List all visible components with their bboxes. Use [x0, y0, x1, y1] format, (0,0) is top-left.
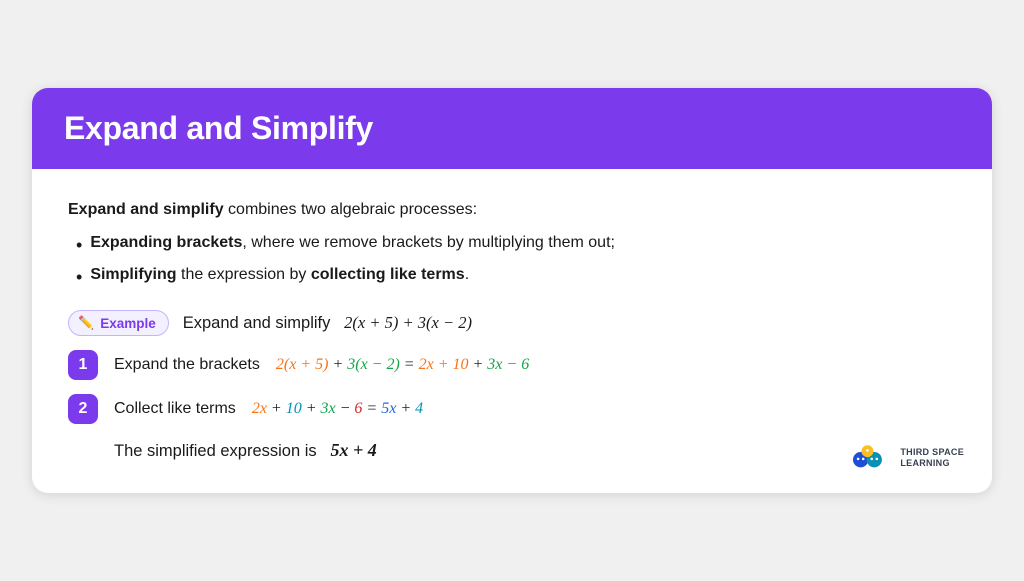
step-1-lhs-part1: 2(x + 5): [276, 356, 329, 373]
step-1-math: 2(x + 5) + 3(x − 2) = 2x + 10 + 3x − 6: [276, 356, 529, 374]
tsl-text: THIRD SPACE LEARNING: [900, 447, 964, 470]
step-2-op3: −: [340, 400, 355, 417]
step-1-rhs-part2: 3x − 6: [487, 356, 529, 373]
step-2-label: Collect like terms: [114, 400, 236, 418]
bullet-item-2: Simplifying the expression by collecting…: [76, 261, 956, 293]
card: Expand and Simplify Expand and simplify …: [32, 88, 992, 494]
bullet-2-text: Simplifying the expression by collecting…: [90, 261, 469, 288]
step-2-result1: 5x: [381, 400, 396, 417]
example-badge-label: Example: [100, 316, 156, 331]
step-2-term3: 3x: [321, 400, 336, 417]
tsl-line1: THIRD SPACE: [900, 447, 964, 459]
bullet-1-bold: Expanding brackets: [90, 234, 242, 251]
intro-bold: Expand and simplify: [68, 201, 224, 218]
intro-rest: combines two algebraic processes:: [224, 201, 477, 218]
example-row: ✏️ Example Expand and simplify 2(x + 5) …: [68, 310, 956, 336]
step-1-row: 1 Expand the brackets 2(x + 5) + 3(x − 2…: [68, 350, 956, 380]
step-2-result2: 4: [415, 400, 423, 417]
intro-paragraph: Expand and simplify combines two algebra…: [68, 197, 956, 223]
final-line: The simplified expression is 5x + 4: [68, 440, 956, 461]
example-badge: ✏️ Example: [68, 310, 169, 336]
step-1-equals: =: [404, 356, 419, 373]
bullet-1-text: Expanding brackets, where we remove brac…: [90, 229, 615, 256]
header-banner: Expand and Simplify: [32, 88, 992, 169]
step-1-badge: 1: [68, 350, 98, 380]
step-2-number: 2: [79, 400, 88, 418]
page-title: Expand and Simplify: [64, 110, 960, 147]
content-area: Expand and simplify combines two algebra…: [32, 169, 992, 494]
bullet-list: Expanding brackets, where we remove brac…: [76, 229, 956, 292]
final-text: The simplified expression is: [114, 442, 317, 460]
step-1-label: Expand the brackets: [114, 356, 260, 374]
step-1-plus: +: [332, 356, 347, 373]
step-1-rhs-part1: 2x + 10: [419, 356, 469, 373]
tsl-line2: LEARNING: [900, 458, 964, 470]
step-1-lhs-part2: 3(x − 2): [347, 356, 400, 373]
step-2-term1: 2x: [252, 400, 267, 417]
step-2-op1: +: [271, 400, 286, 417]
step-2-row: 2 Collect like terms 2x + 10 + 3x − 6 = …: [68, 394, 956, 424]
pencil-icon: ✏️: [78, 315, 94, 331]
bullet-item-1: Expanding brackets, where we remove brac…: [76, 229, 956, 261]
tsl-logo: THIRD SPACE LEARNING: [848, 441, 964, 475]
final-expression: 5x + 4: [330, 440, 376, 460]
step-2-term4: 6: [354, 400, 362, 417]
bullet-2-bold: Simplifying: [90, 266, 176, 283]
tsl-icon-svg: [848, 441, 892, 475]
step-2-op2: +: [306, 400, 321, 417]
bullet-2-bold2: collecting like terms: [311, 266, 465, 283]
step-2-term2: 10: [286, 400, 302, 417]
step-2-badge: 2: [68, 394, 98, 424]
step-1-rhs-plus: +: [473, 356, 488, 373]
step-2-result-op: +: [400, 400, 415, 417]
step-2-math: 2x + 10 + 3x − 6 = 5x + 4: [252, 400, 423, 418]
step-1-number: 1: [79, 356, 88, 374]
example-prompt: Expand and simplify 2(x + 5) + 3(x − 2): [183, 313, 472, 333]
step-2-equals: =: [366, 400, 381, 417]
example-expression: 2(x + 5) + 3(x − 2): [344, 313, 472, 332]
